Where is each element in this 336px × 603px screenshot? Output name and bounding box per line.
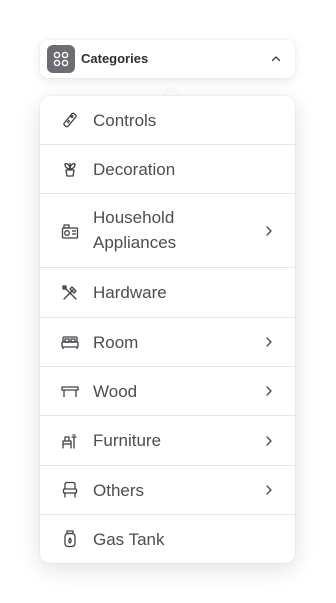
chevron-right-icon (263, 336, 275, 348)
menu-item-wood[interactable]: Wood (40, 367, 295, 416)
menu-item-label-line1: Household (93, 208, 175, 227)
categories-label: Categories (81, 51, 149, 66)
menu-item-label: Furniture (93, 431, 162, 450)
menu-item-label: Room (93, 333, 139, 352)
gas-tank-icon (61, 530, 79, 548)
menu-item-decoration[interactable]: Decoration (40, 145, 295, 194)
menu-item-label: Gas Tank (93, 530, 165, 549)
chevron-right-icon (263, 484, 275, 496)
categories-menu: Controls Decoration Household Appliances (40, 96, 295, 563)
remote-control-icon (61, 111, 79, 129)
table-icon (61, 382, 79, 400)
chevron-right-icon (263, 435, 275, 447)
menu-item-others[interactable]: Others (40, 466, 295, 515)
menu-item-label: Hardware (93, 283, 167, 302)
furniture-icon (61, 432, 79, 450)
plant-pot-icon (61, 160, 79, 178)
menu-item-room[interactable]: Room (40, 318, 295, 367)
menu-item-household-appliances[interactable]: Household Appliances (40, 194, 295, 268)
chevron-up-icon[interactable] (269, 52, 283, 66)
appliance-icon (61, 222, 79, 240)
chevron-right-icon (263, 385, 275, 397)
chair-icon (61, 481, 79, 499)
menu-item-label: Others (93, 481, 145, 500)
categories-dropdown-trigger[interactable]: Categories (40, 40, 295, 78)
menu-item-label: Wood (93, 382, 138, 401)
category-grid-icon (47, 45, 75, 73)
menu-item-gas-tank[interactable]: Gas Tank (40, 515, 295, 563)
menu-item-label-line2: Appliances (93, 233, 177, 252)
bed-icon (61, 333, 79, 351)
menu-item-controls[interactable]: Controls (40, 96, 295, 145)
menu-item-furniture[interactable]: Furniture (40, 416, 295, 466)
chevron-right-icon (263, 225, 275, 237)
menu-item-label: Decoration (93, 160, 176, 179)
menu-item-hardware[interactable]: Hardware (40, 268, 295, 318)
menu-item-label: Controls (93, 111, 157, 130)
tools-icon (61, 284, 79, 302)
